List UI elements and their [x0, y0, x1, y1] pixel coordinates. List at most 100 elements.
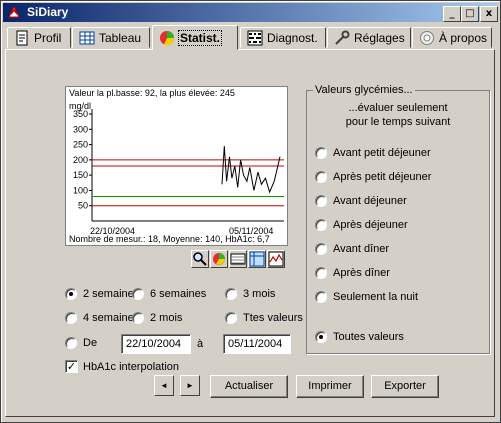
- update-button[interactable]: Actualiser: [210, 375, 288, 398]
- radio-label: 4 semaines: [83, 312, 140, 324]
- tab-strip: Profil Tableau Statist. Diagnost. Réglag…: [4, 25, 499, 51]
- radio-6-weeks[interactable]: 6 semaines: [132, 288, 206, 300]
- radio-dot: [315, 195, 327, 207]
- radio-dot: [132, 288, 144, 300]
- glucose-chart: 350 300 250 200 150 100 50 Valeur la pl.basse:…: [65, 86, 288, 246]
- app-icon: [8, 5, 20, 18]
- chart-plot: 35030025020015010050: [73, 109, 284, 222]
- tab-label: À propos: [439, 30, 488, 45]
- radio-label: Après petit déjeuner: [333, 171, 432, 183]
- close-button[interactable]: x: [480, 6, 498, 22]
- tab-label: Tableau: [99, 30, 142, 45]
- previous-period-button[interactable]: ◄: [154, 375, 174, 396]
- radio-dot: [315, 147, 327, 159]
- table-view-button[interactable]: [248, 250, 266, 268]
- zoom-button[interactable]: [191, 250, 209, 268]
- glucose-values-group: Valeurs glycémies... ...évaluer seulemen…: [306, 84, 490, 354]
- title-bar[interactable]: SiDiary _ □ x: [3, 3, 498, 22]
- radio-dot: [315, 171, 327, 183]
- tab-label: Profil: [34, 30, 62, 45]
- radio-dot: [65, 288, 77, 300]
- radio-before-breakfast[interactable]: Avant petit déjeuner: [315, 147, 431, 159]
- grid-icon: [230, 253, 246, 265]
- about-icon: [420, 30, 434, 45]
- radio-dot: [225, 312, 237, 324]
- group-subtitle-2: pour le temps suivant: [345, 116, 451, 128]
- radio-3-months[interactable]: 3 mois: [225, 288, 275, 300]
- tab-label: Réglages: [354, 30, 405, 45]
- radio-dot: [65, 337, 77, 349]
- minimize-button[interactable]: _: [443, 6, 461, 22]
- from-date-field[interactable]: 22/10/2004: [121, 334, 191, 354]
- zoom-icon: [193, 252, 207, 266]
- radio-dot: [315, 331, 327, 343]
- tab-label: Statist.: [177, 29, 223, 46]
- export-button[interactable]: Exporter: [371, 375, 439, 398]
- chart-footer: Nombre de mesur.: 18, Moyenne: 140, HbA1…: [69, 234, 270, 244]
- radio-label: Après déjeuner: [333, 219, 408, 231]
- settings-icon: [335, 30, 350, 45]
- y-tick-label: 100: [73, 185, 88, 195]
- table-view-icon: [249, 251, 265, 267]
- chart-header: Valeur la pl.basse: 92, la plus élevée: …: [69, 88, 235, 98]
- radio-label: Après dîner: [333, 267, 390, 279]
- checkbox-box: ✓: [65, 360, 78, 373]
- maximize-button[interactable]: □: [461, 6, 479, 22]
- radio-all-times[interactable]: Toutes valeurs: [315, 331, 404, 343]
- chart-unit-label: mg/dl: [69, 101, 92, 111]
- radio-label: 3 mois: [243, 288, 276, 300]
- radio-label: Avant dîner: [333, 243, 390, 255]
- radio-dot: [315, 219, 327, 231]
- statistics-icon: [160, 30, 175, 45]
- radio-label: 6 semaines: [150, 288, 207, 300]
- y-tick-label: 200: [73, 155, 88, 165]
- profile-icon: [16, 30, 28, 45]
- checkbox-label: HbA1c interpolation: [83, 360, 180, 373]
- group-title: Valeurs glycémies...: [313, 84, 415, 96]
- radio-after-breakfast[interactable]: Après petit déjeuner: [315, 171, 431, 183]
- window-title: SiDiary: [27, 5, 69, 19]
- table-icon: [79, 31, 95, 44]
- radio-before-dinner[interactable]: Avant dîner: [315, 243, 389, 255]
- radio-all-values[interactable]: Ttes valeurs: [225, 312, 303, 324]
- tab-label: Diagnost.: [267, 30, 318, 45]
- radio-dot: [225, 288, 237, 300]
- next-period-button[interactable]: ►: [180, 375, 200, 396]
- radio-dot: [315, 291, 327, 303]
- pie-chart-button[interactable]: [210, 250, 228, 268]
- grid-button[interactable]: [229, 250, 247, 268]
- pie-icon: [213, 253, 225, 265]
- radio-2-months[interactable]: 2 mois: [132, 312, 182, 324]
- print-button[interactable]: Imprimer: [296, 375, 364, 398]
- radio-label: Seulement la nuit: [333, 291, 418, 303]
- radio-dot: [315, 267, 327, 279]
- radio-dot: [315, 243, 327, 255]
- radio-before-lunch[interactable]: Avant déjeuner: [315, 195, 407, 207]
- radio-label: Avant petit déjeuner: [333, 147, 431, 159]
- tab-profil[interactable]: Profil: [7, 27, 71, 48]
- tab-about[interactable]: À propos: [412, 27, 492, 48]
- y-tick-label: 150: [73, 170, 88, 180]
- group-subtitle-1: ...évaluer seulement: [348, 102, 448, 114]
- to-label: à: [197, 338, 204, 350]
- tab-statistics[interactable]: Statist.: [152, 25, 238, 50]
- radio-4-weeks[interactable]: 4 semaines: [65, 312, 139, 324]
- radio-dot: [132, 312, 144, 324]
- radio-label: De: [83, 337, 98, 349]
- tab-tableau[interactable]: Tableau: [72, 27, 150, 48]
- radio-after-dinner[interactable]: Après dîner: [315, 267, 390, 279]
- tab-settings[interactable]: Réglages: [327, 27, 411, 48]
- radio-after-lunch[interactable]: Après déjeuner: [315, 219, 408, 231]
- tab-diagnostics[interactable]: Diagnost.: [240, 27, 326, 48]
- main-window: SiDiary _ □ x Profil Tableau Statist. Di…: [0, 0, 501, 423]
- glucose-series-line: [221, 146, 281, 194]
- radio-custom-range[interactable]: De: [65, 337, 97, 349]
- radio-dot: [65, 312, 77, 324]
- radio-label: Toutes valeurs: [333, 331, 404, 343]
- hba1c-interpolation-checkbox[interactable]: ✓ HbA1c interpolation: [65, 360, 179, 373]
- radio-2-weeks[interactable]: 2 semaines: [65, 288, 139, 300]
- to-date-field[interactable]: 05/11/2004: [223, 334, 291, 354]
- radio-night-only[interactable]: Seulement la nuit: [315, 291, 418, 303]
- graph-button[interactable]: [267, 250, 285, 268]
- radio-label: 2 mois: [150, 312, 183, 324]
